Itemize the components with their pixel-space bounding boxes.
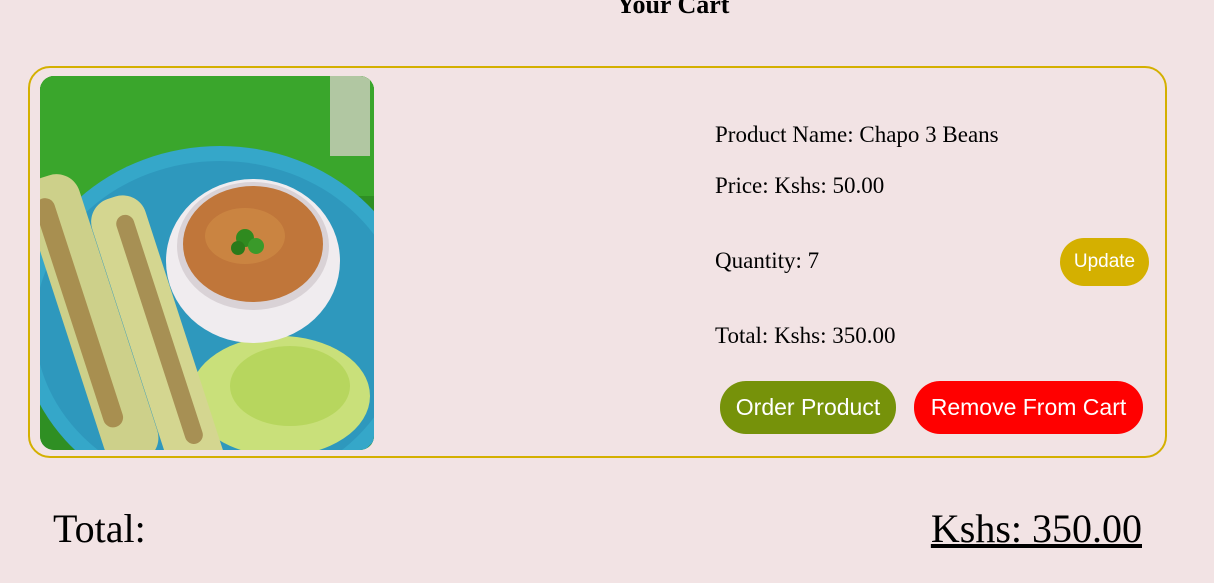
remove-from-cart-button[interactable]: Remove From Cart xyxy=(914,381,1143,434)
cart-item-card: Product Name: Chapo 3 Beans Price: Kshs:… xyxy=(28,66,1167,458)
product-image xyxy=(40,76,374,450)
product-quantity: Quantity: 7 xyxy=(715,248,820,273)
product-total: Total: Kshs: 350.00 xyxy=(715,323,896,348)
product-price: Price: Kshs: 50.00 xyxy=(715,173,885,198)
cart-total-value: Kshs: 350.00 xyxy=(930,506,1142,551)
order-product-button[interactable]: Order Product xyxy=(720,381,896,434)
update-button[interactable]: Update xyxy=(1060,238,1149,286)
page-title: Your Cart xyxy=(616,0,730,19)
product-name: Product Name: Chapo 3 Beans xyxy=(715,122,999,147)
cart-total-label: Total: xyxy=(53,506,146,551)
